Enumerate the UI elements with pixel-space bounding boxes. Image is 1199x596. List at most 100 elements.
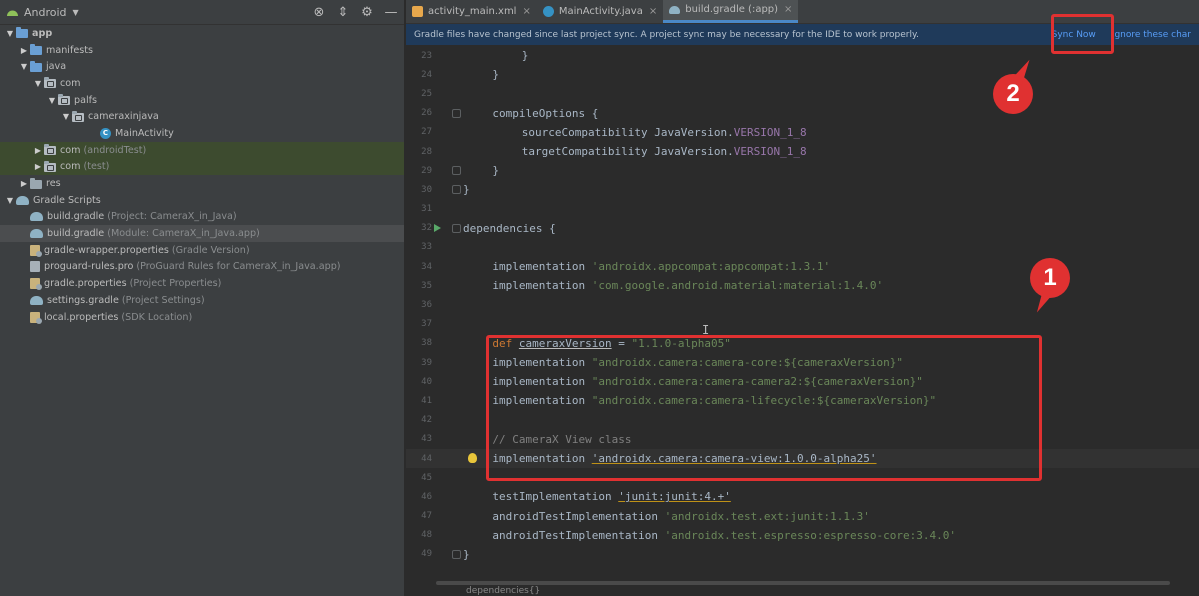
gutter[interactable] [432, 353, 463, 372]
tree-item[interactable]: settings.gradle (Project Settings) [0, 292, 404, 309]
gutter[interactable] [432, 142, 463, 161]
editor-tab[interactable]: MainActivity.java × [537, 0, 663, 23]
code-token: androidTestImplementation [492, 509, 665, 523]
code-line[interactable]: 47 androidTestImplementation 'androidx.te… [406, 507, 1199, 526]
chevron-down-icon[interactable]: ▼ [60, 112, 72, 121]
tree-item[interactable]: ▶ com (androidTest) [0, 141, 404, 159]
gutter[interactable] [432, 449, 477, 468]
tree-item[interactable]: ▼ cameraxinjava [0, 108, 404, 125]
code-line[interactable]: 36 [406, 295, 1199, 314]
ignore-changes-link[interactable]: Ignore these char [1112, 30, 1191, 40]
collapse-all-icon[interactable]: ⇕ [336, 5, 350, 20]
breadcrumb[interactable]: dependencies{} [466, 586, 540, 596]
fold-icon[interactable] [452, 223, 461, 233]
code-line[interactable]: 33 [406, 238, 1199, 257]
gutter[interactable] [432, 161, 463, 180]
gutter[interactable] [432, 219, 463, 238]
tree-item[interactable]: ▼ app [0, 25, 404, 42]
code-line[interactable]: 32 dependencies { [406, 219, 1199, 238]
minimize-icon[interactable]: — [384, 5, 398, 20]
gutter[interactable] [432, 411, 463, 430]
gutter[interactable] [432, 372, 463, 391]
tree-item[interactable]: local.properties (SDK Location) [0, 309, 404, 326]
gutter[interactable] [432, 315, 463, 334]
code-line[interactable]: 30} [406, 180, 1199, 199]
package-icon [44, 144, 56, 156]
globe-settings-icon[interactable]: ⊗ [312, 5, 326, 20]
code-editor[interactable]: 23} 24} 25 26 compileOptions {27 sourceCompat… [406, 46, 1199, 582]
chevron-right-icon[interactable]: ▶ [18, 46, 30, 55]
editor-tab[interactable]: build.gradle (:app) × [663, 0, 799, 23]
code-line[interactable]: 49} [406, 545, 1199, 564]
close-icon[interactable]: × [784, 4, 792, 15]
gutter[interactable] [432, 391, 463, 410]
fold-icon[interactable] [452, 549, 461, 559]
close-icon[interactable]: × [522, 6, 530, 17]
fold-icon[interactable] [452, 166, 461, 176]
gutter[interactable] [432, 507, 463, 526]
tree-item[interactable]: ▶ manifests [0, 42, 404, 59]
code-line[interactable]: 29} [406, 161, 1199, 180]
properties-file-icon [30, 311, 42, 324]
code-line[interactable]: 25 [406, 84, 1199, 103]
gutter[interactable] [432, 545, 463, 564]
gutter[interactable] [432, 84, 463, 103]
tree-item[interactable]: ▶ com (test) [0, 158, 404, 176]
horizontal-scrollbar[interactable] [436, 581, 1170, 585]
tree-item[interactable]: proguard-rules.pro (ProGuard Rules for Ca… [0, 259, 404, 276]
code-token: androidTestImplementation [492, 528, 665, 542]
chevron-down-icon[interactable]: ▼ [32, 79, 44, 88]
gutter[interactable] [432, 295, 463, 314]
gutter[interactable] [432, 180, 463, 199]
gutter[interactable] [432, 200, 463, 219]
tree-item[interactable]: ▼ com [0, 75, 404, 92]
fold-icon[interactable] [452, 185, 461, 195]
gutter[interactable] [432, 257, 463, 276]
gutter[interactable] [432, 487, 463, 506]
tree-item[interactable]: gradle.properties (Project Properties) [0, 275, 404, 292]
gutter[interactable] [432, 46, 463, 65]
gutter[interactable] [432, 123, 463, 142]
chevron-down-icon[interactable]: ▼ [18, 62, 30, 71]
chevron-down-icon[interactable]: ▼ [4, 29, 16, 38]
fold-icon[interactable] [452, 108, 461, 118]
code-line[interactable]: 48 androidTestImplementation 'androidx.te… [406, 526, 1199, 545]
code-line[interactable]: 24} [406, 65, 1199, 84]
gutter[interactable] [432, 104, 463, 123]
code-line[interactable]: 34 implementation 'androidx.appcompat:app… [406, 257, 1199, 276]
gutter[interactable] [432, 468, 463, 487]
tree-item[interactable]: ▼ Gradle Scripts [0, 192, 404, 209]
code-line[interactable]: 27 sourceCompatibility JavaVersion.VERSIO… [406, 123, 1199, 142]
gutter[interactable] [432, 238, 463, 257]
code-line[interactable]: 31 [406, 200, 1199, 219]
gear-icon[interactable]: ⚙ [360, 5, 374, 20]
code-line[interactable]: 26 compileOptions { [406, 104, 1199, 123]
gutter[interactable] [432, 334, 463, 353]
code-line[interactable]: 37 [406, 315, 1199, 334]
tree-item[interactable]: ▼ java [0, 58, 404, 75]
chevron-down-icon[interactable]: ▼ [4, 196, 16, 205]
tree-item[interactable]: C MainActivity [0, 125, 404, 142]
tree-item[interactable]: build.gradle (Project: CameraX_in_Java) [0, 209, 404, 226]
tree-item[interactable]: build.gradle (Module: CameraX_in_Java.app… [0, 225, 404, 242]
chevron-down-icon[interactable]: ▼ [73, 8, 79, 17]
gutter[interactable] [432, 430, 463, 449]
gutter[interactable] [432, 526, 463, 545]
editor-tab[interactable]: activity_main.xml × [406, 0, 537, 23]
close-icon[interactable]: × [649, 6, 657, 17]
chevron-right-icon[interactable]: ▶ [32, 146, 44, 155]
code-line[interactable]: 35 implementation 'com.google.android.mat… [406, 276, 1199, 295]
project-view-selector[interactable]: Android [24, 6, 67, 19]
lightbulb-icon[interactable] [468, 452, 477, 463]
run-icon[interactable] [434, 223, 441, 232]
gutter[interactable] [432, 276, 463, 295]
code-line[interactable]: 28 targetCompatibility JavaVersion.VERSIO… [406, 142, 1199, 161]
gutter[interactable] [432, 65, 463, 84]
tree-item[interactable]: gradle-wrapper.properties (Gradle Version… [0, 242, 404, 259]
chevron-down-icon[interactable]: ▼ [46, 96, 58, 105]
tree-item[interactable]: ▶ res [0, 175, 404, 192]
tree-item[interactable]: ▼ palfs [0, 92, 404, 109]
chevron-right-icon[interactable]: ▶ [18, 179, 30, 188]
code-line[interactable]: 46 testImplementation 'junit:junit:4.+' [406, 487, 1199, 506]
chevron-right-icon[interactable]: ▶ [32, 162, 44, 171]
